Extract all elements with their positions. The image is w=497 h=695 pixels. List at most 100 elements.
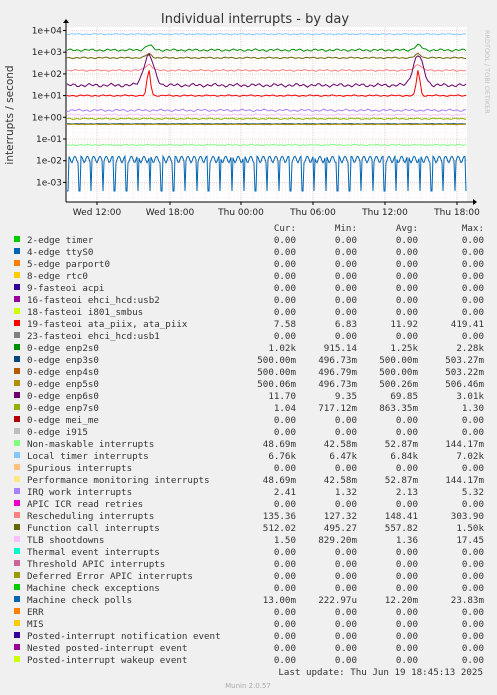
legend-value-max: 0.00 (462, 583, 484, 594)
legend-value-max: 0.00 (462, 235, 484, 246)
legend-swatch (14, 236, 20, 242)
legend-swatch (14, 308, 20, 314)
legend-value-min: 0.00 (335, 631, 357, 642)
legend-value-avg: 0.00 (396, 235, 418, 246)
legend-value-cur: 0.00 (274, 499, 296, 510)
legend-value-cur: 0.00 (274, 271, 296, 282)
legend-value-avg: 557.82 (385, 523, 418, 534)
legend-value-min: 0.00 (335, 571, 357, 582)
legend-value-cur: 0.00 (274, 415, 296, 426)
legend-value-min: 0.00 (335, 307, 357, 318)
legend-value-min: 9.35 (335, 391, 357, 402)
legend-swatch (14, 620, 20, 626)
legend-value-max: 0.00 (462, 283, 484, 294)
legend-value-max: 144.17m (445, 439, 484, 450)
legend-series-name: Local timer interrupts (27, 451, 149, 462)
legend-value-avg: 1.25k (390, 343, 418, 354)
legend-value-avg: 52.87m (385, 439, 419, 450)
legend-value-cur: 0.00 (274, 463, 296, 474)
legend-value-avg: 0.00 (396, 415, 418, 426)
legend-swatch (14, 476, 20, 482)
legend-series-name: Nested posted-interrupt event (27, 643, 187, 654)
chart-title: Individual interrupts - by day (161, 12, 349, 27)
legend-value-min: 6.83 (335, 319, 357, 330)
legend-value-avg: 0.00 (396, 307, 418, 318)
legend-swatch (14, 428, 20, 434)
legend-value-max: 503.27m (445, 355, 484, 366)
legend-value-min: 6.47k (329, 451, 357, 462)
y-tick-label: 1e+02 (32, 70, 62, 80)
legend-value-cur: 0.00 (274, 619, 296, 630)
legend-swatch (14, 572, 20, 578)
legend-series-name: 0-edge enp4s0 (27, 367, 99, 378)
legend-value-avg: 500.00m (379, 367, 418, 378)
legend-value-max: 0.00 (462, 499, 484, 510)
legend-value-avg: 0.00 (396, 331, 418, 342)
legend-series-name: 4-edge ttyS0 (27, 247, 93, 258)
legend-value-cur: 0.00 (274, 235, 296, 246)
legend-value-max: 419.41 (451, 319, 484, 330)
x-tick-label: Thu 12:00 (361, 208, 408, 218)
legend-value-avg: 863.35m (379, 403, 418, 414)
legend-swatch (14, 440, 20, 446)
legend-series-name: IRQ work interrupts (27, 487, 132, 498)
legend-value-cur: 0.00 (274, 583, 296, 594)
legend-series-name: 18-fasteoi i801_smbus (27, 307, 143, 318)
legend-value-avg: 0.00 (396, 643, 418, 654)
legend-swatch (14, 608, 20, 614)
legend-swatch (14, 548, 20, 554)
legend-series-name: Thermal event interrupts (27, 547, 160, 558)
legend-value-min: 0.00 (335, 259, 357, 270)
legend-value-cur: 0.00 (274, 547, 296, 558)
legend-value-max: 0.00 (462, 655, 484, 666)
legend-value-avg: 148.41 (385, 511, 418, 522)
legend-value-cur: 0.00 (274, 643, 296, 654)
legend-value-cur: 512.02 (263, 523, 296, 534)
legend-value-cur: 0.00 (274, 295, 296, 306)
legend-series-name: 16-fasteoi ehci_hcd:usb2 (27, 295, 160, 306)
legend-value-max: 3.01k (456, 391, 484, 402)
legend-series-name: Posted-interrupt wakeup event (27, 655, 187, 666)
legend-value-min: 717.12m (318, 403, 357, 414)
legend-swatch (14, 560, 20, 566)
legend-value-cur: 2.41 (274, 487, 296, 498)
legend-value-min: 0.00 (335, 283, 357, 294)
legend-value-cur: 0.00 (274, 655, 296, 666)
legend-value-max: 303.90 (451, 511, 484, 522)
legend-value-min: 0.00 (335, 295, 357, 306)
legend-swatch (14, 260, 20, 266)
legend-swatch (14, 644, 20, 650)
legend-value-min: 0.00 (335, 583, 357, 594)
y-axis-ticks: 1e+04 1e+03 1e+02 1e+01 1e+00 1e-01 1e-02 1e-03 (32, 27, 66, 188)
munin-version: Munin 2.0.57 (225, 682, 271, 690)
legend-value-max: 0.00 (462, 631, 484, 642)
legend-swatch (14, 344, 20, 350)
legend-swatch (14, 332, 20, 338)
legend-value-avg: 0.00 (396, 463, 418, 474)
legend-value-avg: 6.84k (390, 451, 418, 462)
legend-value-max: 1.30 (462, 403, 484, 414)
legend-series-name: 8-edge rtc0 (27, 271, 88, 282)
legend-value-min: 0.00 (335, 331, 357, 342)
legend-swatch (14, 536, 20, 542)
legend-series-name: Machine check exceptions (27, 583, 160, 594)
legend-series-name: Rescheduling interrupts (27, 511, 154, 522)
legend-swatch (14, 404, 20, 410)
legend-series-name: 0-edge mei_me (27, 415, 99, 426)
legend-series-name: 0-edge i915 (27, 427, 88, 438)
y-axis-arrow (63, 19, 69, 23)
legend-value-max: 0.00 (462, 643, 484, 654)
legend-value-min: 0.00 (335, 415, 357, 426)
legend-value-cur: 0.00 (274, 259, 296, 270)
legend-value-avg: 0.00 (396, 499, 418, 510)
legend-series-name: Posted-interrupt notification event (27, 631, 221, 642)
legend-value-avg: 69.85 (390, 391, 418, 402)
legend-value-max: 0.00 (462, 247, 484, 258)
legend-value-cur: 0.00 (274, 247, 296, 258)
legend-value-cur: 0.00 (274, 607, 296, 618)
legend-value-avg: 52.87m (385, 475, 419, 486)
y-tick-label: 1e+01 (32, 92, 62, 102)
legend-value-max: 0.00 (462, 271, 484, 282)
legend-value-max: 506.46m (445, 379, 484, 390)
legend-value-min: 496.73m (318, 355, 357, 366)
